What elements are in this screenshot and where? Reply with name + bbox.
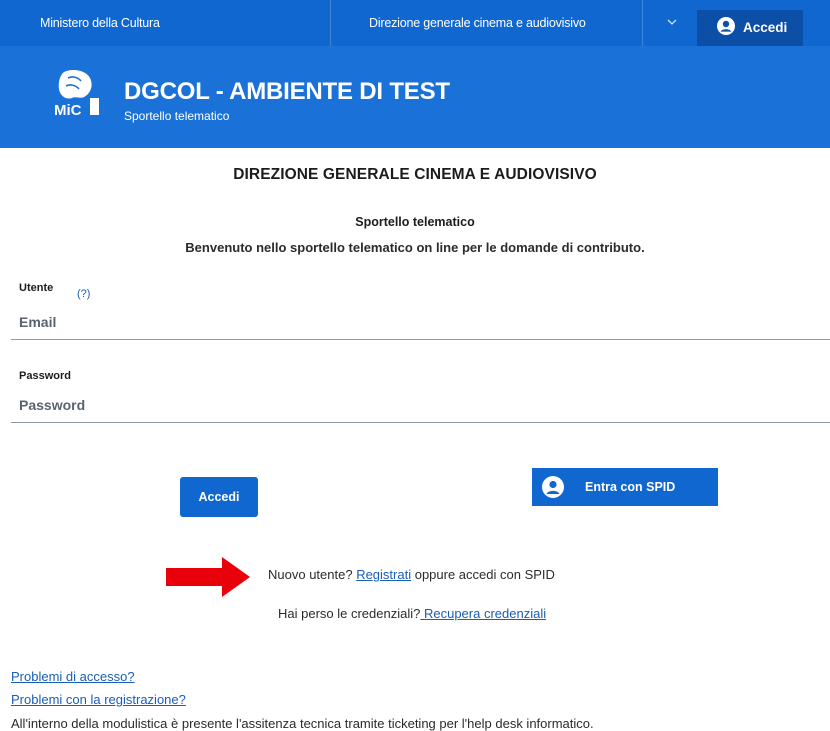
register-suffix: oppure accedi con SPID [411,567,555,582]
access-problems-link[interactable]: Problemi di accesso? [11,669,135,684]
arrow-right-icon [166,557,250,597]
page-title[interactable]: DGCOL - AMBIENTE DI TEST [124,78,450,106]
recover-link[interactable]: Recupera credenziali [420,606,546,621]
divider [330,0,331,46]
register-prefix: Nuovo utente? [268,567,357,582]
recover-prefix: Hai perso le credenziali? [278,606,421,621]
top-bar: Ministero della Cultura Direzione genera… [0,0,830,46]
password-label: Password [19,370,71,382]
helpdesk-note: All'interno della modulistica è presente… [11,716,594,731]
user-icon [717,17,735,35]
recover-line: Hai perso le credenziali? Recupera crede… [278,606,546,621]
main-heading: DIREZIONE GENERALE CINEMA E AUDIOVISIVO [233,166,597,183]
user-label: Utente [19,282,54,294]
registration-problems-link[interactable]: Problemi con la registrazione? [11,692,186,707]
site-header: MiC DGCOL - AMBIENTE DI TEST Sportello t… [0,46,830,148]
direzione-link[interactable]: Direzione generale cinema e audiovisivo [369,0,586,46]
ministry-link[interactable]: Ministero della Cultura [40,0,160,46]
chevron-down-icon[interactable] [665,15,679,29]
user-help-link[interactable]: (?) [77,288,90,300]
login-top-label: Accedi [743,20,788,35]
register-line: Nuovo utente? Registrati oppure accedi c… [268,567,555,582]
mic-logo[interactable]: MiC [50,66,102,118]
email-field[interactable]: Email [11,304,830,340]
logo-text: MiC [54,102,82,118]
user-icon [542,476,564,498]
spid-login-button[interactable]: Entra con SPID [532,468,718,506]
register-link[interactable]: Registrati [356,567,411,582]
section-heading: Sportello telematico [355,215,475,229]
divider [642,0,643,46]
password-placeholder: Password [19,397,86,413]
welcome-text: Benvenuto nello sportello telematico on … [185,240,645,255]
login-top-button[interactable]: Accedi [697,10,803,46]
password-field[interactable]: Password [11,387,830,423]
email-placeholder: Email [19,314,57,330]
login-button[interactable]: Accedi [180,477,258,517]
spid-label: Entra con SPID [585,480,676,494]
page-subtitle: Sportello telematico [124,109,230,123]
